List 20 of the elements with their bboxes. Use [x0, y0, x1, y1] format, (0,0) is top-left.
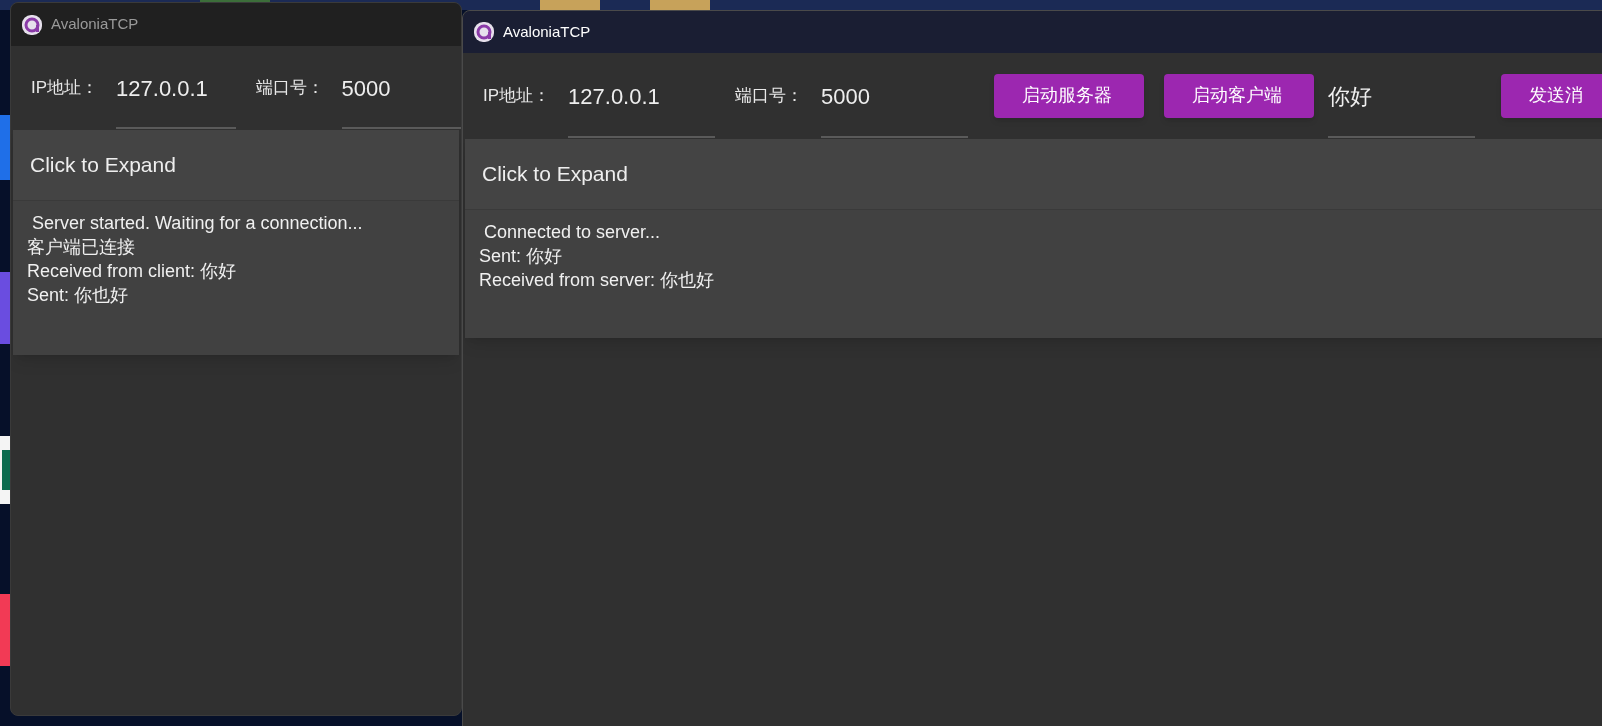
log-line: Received from client: 你好	[27, 260, 238, 283]
log-line: Sent: 你好	[479, 245, 564, 268]
log-line: Sent: 你也好	[27, 284, 130, 307]
field-label: 端口号：	[735, 84, 804, 107]
action-button[interactable]: 启动服务器	[994, 73, 1145, 118]
action-button[interactable]: 启动客户端	[1164, 73, 1315, 118]
action-button[interactable]: 发送消	[1501, 73, 1602, 118]
expander-header[interactable]: Click to Expand	[13, 130, 459, 201]
window-title: AvaloniaTCP	[51, 14, 139, 35]
expander-header[interactable]: Click to Expand	[465, 139, 1602, 210]
field-label: 端口号：	[255, 76, 324, 99]
log-line: 客户端已连接	[27, 236, 136, 259]
log-line: Server started. Waiting for a connection...	[31, 212, 364, 235]
app-logo-icon	[21, 13, 43, 36]
app-logo-icon	[473, 21, 495, 43]
field-label: IP地址：	[31, 76, 99, 99]
log-line: Connected to server...	[483, 221, 662, 244]
log-line: Received from server: 你也好	[479, 269, 716, 292]
window-title: AvaloniaTCP	[503, 21, 591, 42]
field-label: IP地址：	[483, 84, 551, 107]
